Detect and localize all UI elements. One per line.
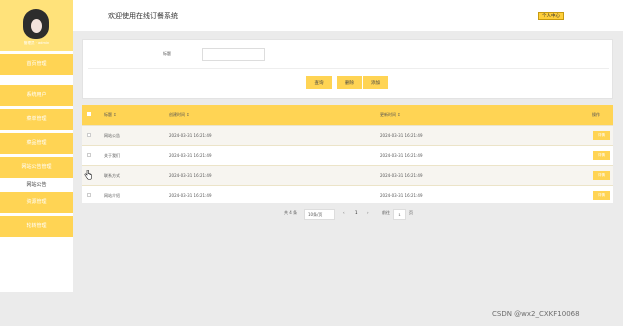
sidebar: 管理员 · admin 首页管理 系统用户 菜单管理 菜品管理 网站公告管理 网… xyxy=(0,0,73,326)
sidebar-item-home[interactable]: 首页管理 xyxy=(0,54,73,75)
detail-button[interactable]: 详情 xyxy=(593,191,610,200)
select-all-checkbox[interactable] xyxy=(87,112,91,116)
sidebar-subitem-notice[interactable]: 网站公告 xyxy=(0,178,73,192)
cell-title: 关于我们 xyxy=(104,153,120,158)
sort-icon: ↕ xyxy=(397,112,401,117)
next-page-button[interactable]: › xyxy=(367,210,369,220)
search-title-input[interactable] xyxy=(202,48,265,61)
cell-title: 网站介绍 xyxy=(104,193,120,198)
pagination-total: 共 4 条 xyxy=(284,210,298,215)
table-row: 关于我们 2024-03-31 16:21:49 2024-03-31 16:2… xyxy=(82,145,613,165)
row-checkbox[interactable] xyxy=(87,193,91,197)
cell-updated: 2024-03-31 16:21:49 xyxy=(380,173,423,178)
cell-created: 2024-03-31 16:21:49 xyxy=(169,153,212,158)
sidebar-item-dish-management[interactable]: 菜品管理 xyxy=(0,133,73,154)
hand-cursor-icon xyxy=(84,170,92,180)
detail-button[interactable]: 详情 xyxy=(593,151,610,160)
cell-updated: 2024-03-31 16:21:49 xyxy=(380,193,423,198)
search-divider xyxy=(88,68,609,69)
current-page-number[interactable]: 1 xyxy=(355,210,358,220)
page-title: 欢迎使用在线订餐系统 xyxy=(108,12,178,20)
column-header-title[interactable]: 标题 ↕ xyxy=(104,112,117,118)
delete-button[interactable]: 删除 xyxy=(337,76,362,89)
query-button[interactable]: 查询 xyxy=(306,76,332,89)
column-header-created[interactable]: 创建时间 ↕ xyxy=(169,112,190,118)
goto-suffix: 页 xyxy=(409,210,413,215)
top-header: 欢迎使用在线订餐系统 个人中心 xyxy=(73,0,623,31)
column-header-action: 操作 xyxy=(592,112,600,117)
sidebar-item-carousel[interactable]: 轮转管理 xyxy=(0,216,73,237)
cell-updated: 2024-03-31 16:21:49 xyxy=(380,133,423,138)
page-size-select[interactable]: 10条/页 xyxy=(304,209,335,220)
watermark-text: CSDN @wx2_CXKF10068 xyxy=(492,310,580,318)
add-button[interactable]: 添加 xyxy=(363,76,388,89)
cell-title: 网站公告 xyxy=(104,133,120,138)
admin-name: 管理员 · admin xyxy=(23,41,50,45)
sidebar-header: 管理员 · admin xyxy=(0,0,73,51)
sort-icon: ↕ xyxy=(113,112,117,117)
column-header-updated[interactable]: 更新时间 ↕ xyxy=(380,112,401,118)
search-title-label: 标题 xyxy=(163,51,171,56)
avatar-face xyxy=(31,19,42,33)
sidebar-footer xyxy=(0,292,73,326)
sidebar-item-menu-management[interactable]: 菜单管理 xyxy=(0,109,73,130)
table-row: 网站公告 2024-03-31 16:21:49 2024-03-31 16:2… xyxy=(82,125,613,145)
prev-page-button[interactable]: ‹ xyxy=(343,210,345,220)
search-panel: 标题 查询 删除 添加 xyxy=(82,39,613,99)
table-row: 网站介绍 2024-03-31 16:21:49 2024-03-31 16:2… xyxy=(82,185,613,203)
avatar[interactable] xyxy=(23,9,49,39)
sidebar-item-notice-management[interactable]: 网站公告管理 xyxy=(0,157,73,178)
detail-button[interactable]: 详情 xyxy=(593,171,610,180)
table-header: 标题 ↕ 创建时间 ↕ 更新时间 ↕ 操作 xyxy=(82,105,613,125)
cell-title: 联系方式 xyxy=(104,173,120,178)
goto-page-input[interactable] xyxy=(393,209,406,220)
data-table: 标题 ↕ 创建时间 ↕ 更新时间 ↕ 操作 网站公告 2024-03-31 16… xyxy=(82,105,613,203)
cell-updated: 2024-03-31 16:21:49 xyxy=(380,153,423,158)
sort-icon: ↕ xyxy=(186,112,190,117)
detail-button[interactable]: 详情 xyxy=(593,131,610,140)
cell-created: 2024-03-31 16:21:49 xyxy=(169,133,212,138)
table-row: 联系方式 2024-03-31 16:21:49 2024-03-31 16:2… xyxy=(82,165,613,185)
sidebar-item-system-users[interactable]: 系统用户 xyxy=(0,85,73,106)
goto-label: 前往 xyxy=(382,210,390,215)
user-center-button[interactable]: 个人中心 xyxy=(538,12,564,20)
row-checkbox[interactable] xyxy=(87,153,91,157)
cell-created: 2024-03-31 16:21:49 xyxy=(169,193,212,198)
cell-created: 2024-03-31 16:21:49 xyxy=(169,173,212,178)
row-checkbox[interactable] xyxy=(87,133,91,137)
sidebar-item-resources[interactable]: 资源管理 xyxy=(0,192,73,213)
